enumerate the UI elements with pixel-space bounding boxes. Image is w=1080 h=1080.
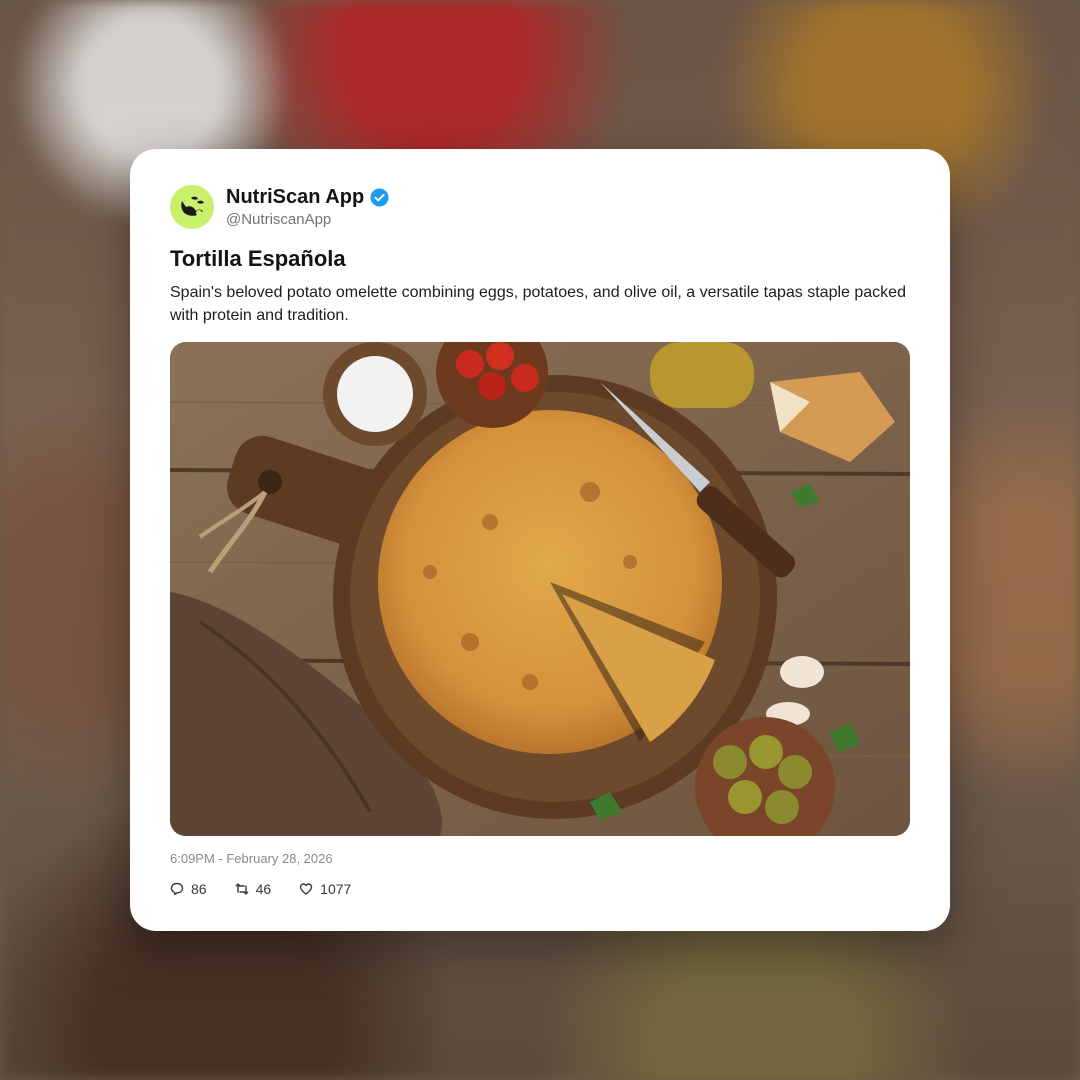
post-image[interactable]: [170, 342, 910, 836]
post-stats: 86 46 1077: [170, 881, 351, 897]
author-handle[interactable]: @NutriscanApp: [226, 211, 331, 228]
post-description: Spain's beloved potato omelette combinin…: [170, 284, 906, 324]
repost-icon: [235, 883, 248, 895]
post-timestamp: 6:09PM - February 28, 2026: [170, 851, 333, 866]
post-card: NutriScan App @NutriscanApp Tortilla Esp…: [130, 149, 950, 931]
tortilla-photo: [170, 342, 910, 836]
verified-badge-icon: [370, 188, 389, 207]
like-button[interactable]: 1077: [299, 881, 351, 897]
like-count: 1077: [320, 881, 352, 897]
nutriscan-logo-icon: [181, 196, 204, 216]
reply-count: 86: [191, 881, 207, 897]
author-display-name[interactable]: NutriScan App: [226, 186, 364, 209]
comment-icon: [170, 882, 184, 896]
repost-count: 46: [255, 881, 272, 897]
repost-button[interactable]: 46: [235, 881, 272, 897]
avatar[interactable]: [170, 185, 214, 229]
heart-icon: [299, 883, 313, 895]
author-name-row[interactable]: NutriScan App: [226, 186, 389, 209]
reply-button[interactable]: 86: [170, 881, 207, 897]
post-title: Tortilla Española: [170, 246, 346, 271]
